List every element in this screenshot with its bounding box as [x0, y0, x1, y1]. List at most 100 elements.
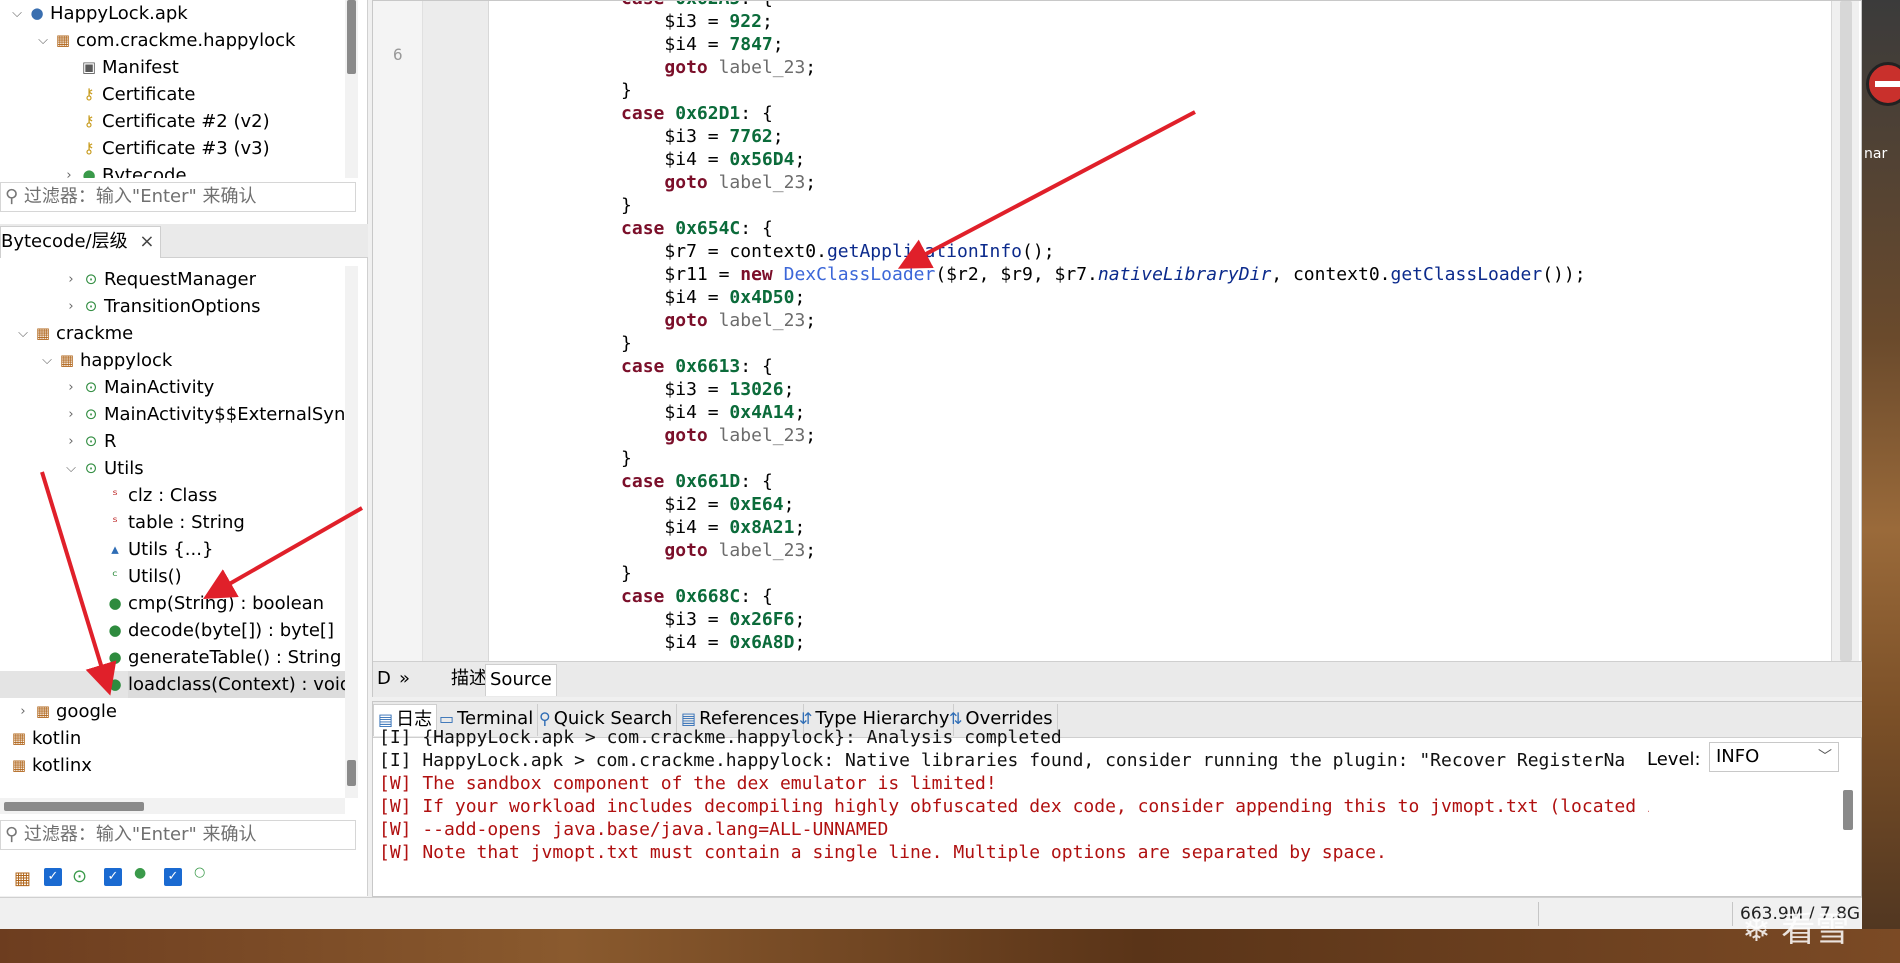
- chevron-right-icon[interactable]: ›: [16, 698, 30, 725]
- tree-item[interactable]: › ⊙ MainActivity: [0, 374, 345, 401]
- code-token: 0x668C: [675, 586, 741, 607]
- tree-item[interactable]: › ⊙ RequestManager: [0, 266, 345, 293]
- hierarchy-hscrollbar-thumb[interactable]: [4, 802, 144, 811]
- tab-overflow[interactable]: »: [395, 664, 414, 696]
- code-token: ;: [772, 34, 784, 55]
- tree-item[interactable]: › ⊙ TransitionOptions: [0, 293, 345, 320]
- code-line: goto label_23;: [491, 56, 816, 79]
- code-token: goto: [664, 425, 708, 446]
- code-token: label_23: [718, 172, 806, 193]
- project-tree: ⌵ ● HappyLock.apk ⌵ ▦ com.crackme.happylock ▣ M…: [0, 0, 345, 178]
- tab-decompiler[interactable]: D: [373, 664, 395, 696]
- tab-source[interactable]: Source: [485, 664, 557, 696]
- tree-item-label: Certificate #2 (v2): [102, 111, 270, 132]
- tree-item[interactable]: ⚷ Certificate #3 (v3): [0, 135, 345, 162]
- tree-item[interactable]: ˢ table : String: [0, 509, 345, 536]
- log-line: [W] If your workload includes decompilin…: [379, 796, 1649, 817]
- tree-item[interactable]: › ● Bytecode: [0, 162, 345, 178]
- code-line: $i3 = 922;: [491, 10, 772, 33]
- code-token: ;: [794, 149, 806, 170]
- tree-item-label: clz : Class: [128, 485, 218, 506]
- code-line: goto label_23;: [491, 309, 816, 332]
- hierarchy-scrollbar[interactable]: [345, 266, 358, 798]
- code-token: 0x6613: [675, 356, 741, 377]
- hierarchy-filter-placeholder: 过滤器：输入"Enter" 来确认: [23, 824, 257, 845]
- key-icon: ⚷: [83, 112, 95, 130]
- editor-scrollbar[interactable]: [1831, 1, 1859, 661]
- project-scrollbar-thumb[interactable]: [347, 0, 356, 74]
- chevron-right-icon[interactable]: ›: [62, 162, 76, 178]
- chevron-down-icon[interactable]: ⌵: [64, 455, 78, 482]
- manifest-icon: ▣: [81, 58, 97, 76]
- close-icon[interactable]: ×: [139, 227, 154, 257]
- tree-item[interactable]: ● decode(byte[]) : byte[]: [0, 617, 345, 644]
- chevron-right-icon[interactable]: ›: [64, 293, 78, 320]
- tree-item[interactable]: ▣ Manifest: [0, 54, 345, 81]
- code-token: label_23: [718, 57, 806, 78]
- tree-item[interactable]: ⌵ ▦ com.crackme.happylock: [0, 27, 345, 54]
- code-token: ;: [805, 540, 817, 561]
- tree-item[interactable]: ˢ clz : Class: [0, 482, 345, 509]
- log-line: [I] {HappyLock.apk > com.crackme.happylo…: [379, 727, 1062, 748]
- tree-item[interactable]: ● cmp(String) : boolean: [0, 590, 345, 617]
- tree-item[interactable]: ▦ kotlinx: [0, 752, 345, 779]
- chevron-right-icon[interactable]: ›: [64, 266, 78, 293]
- method-icon: ●: [108, 675, 122, 693]
- chevron-right-icon[interactable]: ›: [64, 428, 78, 455]
- hierarchy-scrollbar-thumb[interactable]: [347, 760, 356, 786]
- chevron-down-icon[interactable]: ⌵: [10, 0, 24, 27]
- tree-item[interactable]: ▴ Utils {...}: [0, 536, 345, 563]
- tree-item-label: decode(byte[]) : byte[]: [128, 620, 334, 641]
- level-select[interactable]: INFO ﹀: [1709, 742, 1839, 772]
- chevron-down-icon[interactable]: ⌵: [36, 27, 50, 54]
- tree-item-label: com.crackme.happylock: [76, 30, 296, 51]
- tree-item[interactable]: ● loadclass(Context) : void: [0, 671, 345, 698]
- tree-item[interactable]: ⌵ ▦ crackme: [0, 320, 345, 347]
- tree-item[interactable]: ⌵ ● HappyLock.apk: [0, 0, 345, 27]
- code-view[interactable]: case 0x62A5: { $i3 = 922; $i4 = 7847; go…: [491, 1, 1831, 661]
- field-icon: ˢ: [112, 513, 118, 531]
- code-token: $r7 = context0.: [664, 241, 827, 262]
- field-filter-icon: ○: [194, 865, 206, 880]
- editor-scrollbar-thumb[interactable]: [1840, 1, 1852, 661]
- chevron-down-icon[interactable]: ⌵: [16, 320, 30, 347]
- tree-item[interactable]: ● generateTable() : String: [0, 644, 345, 671]
- package-icon: ▦: [35, 324, 51, 342]
- chevron-down-icon: ﹀: [1818, 749, 1832, 765]
- code-token: 0xE64: [729, 494, 784, 515]
- log-line: [W] Note that jvmopt.txt must contain a …: [379, 842, 1387, 863]
- field-toggle-checkbox[interactable]: ✓: [164, 868, 182, 886]
- tree-item[interactable]: ᶜ Utils(): [0, 563, 345, 590]
- chevron-right-icon[interactable]: ›: [64, 401, 78, 428]
- method-toggle-checkbox[interactable]: ✓: [104, 868, 122, 886]
- tree-item[interactable]: ▦ kotlin: [0, 725, 345, 752]
- code-line: $i3 = 7762;: [491, 125, 783, 148]
- tree-item[interactable]: ⚷ Certificate: [0, 81, 345, 108]
- code-token: ;: [805, 57, 817, 78]
- tab-hierarchy[interactable]: Bytecode/层级 ×: [0, 226, 162, 258]
- chevron-down-icon[interactable]: ⌵: [40, 347, 54, 374]
- code-line: $i4 = 0x6A8D;: [491, 631, 805, 654]
- project-filter-input[interactable]: ⚲ 过滤器：输入"Enter" 来确认: [0, 182, 356, 212]
- project-scrollbar[interactable]: [345, 0, 358, 178]
- class-toggle-checkbox[interactable]: ✓: [44, 868, 62, 886]
- hierarchy-filter-input[interactable]: ⚲ 过滤器：输入"Enter" 来确认: [0, 820, 356, 850]
- log-output[interactable]: [I] {HappyLock.apk > com.crackme.happylo…: [379, 726, 1649, 876]
- console-scrollbar-thumb[interactable]: [1843, 790, 1853, 830]
- tree-item[interactable]: ⌵ ⊙ Utils: [0, 455, 345, 482]
- tree-item[interactable]: ⌵ ▦ happylock: [0, 347, 345, 374]
- tree-item[interactable]: ⚷ Certificate #2 (v2): [0, 108, 345, 135]
- hierarchy-hscrollbar[interactable]: [0, 798, 345, 814]
- tree-item[interactable]: › ▦ google: [0, 698, 345, 725]
- tree-item[interactable]: › ⊙ MainActivity$$ExternalSynt: [0, 401, 345, 428]
- console-scrollbar[interactable]: [1839, 780, 1857, 840]
- chevron-right-icon[interactable]: ›: [64, 374, 78, 401]
- tree-item-label: MainActivity: [104, 377, 215, 398]
- tree-item[interactable]: › ⊙ R: [0, 428, 345, 455]
